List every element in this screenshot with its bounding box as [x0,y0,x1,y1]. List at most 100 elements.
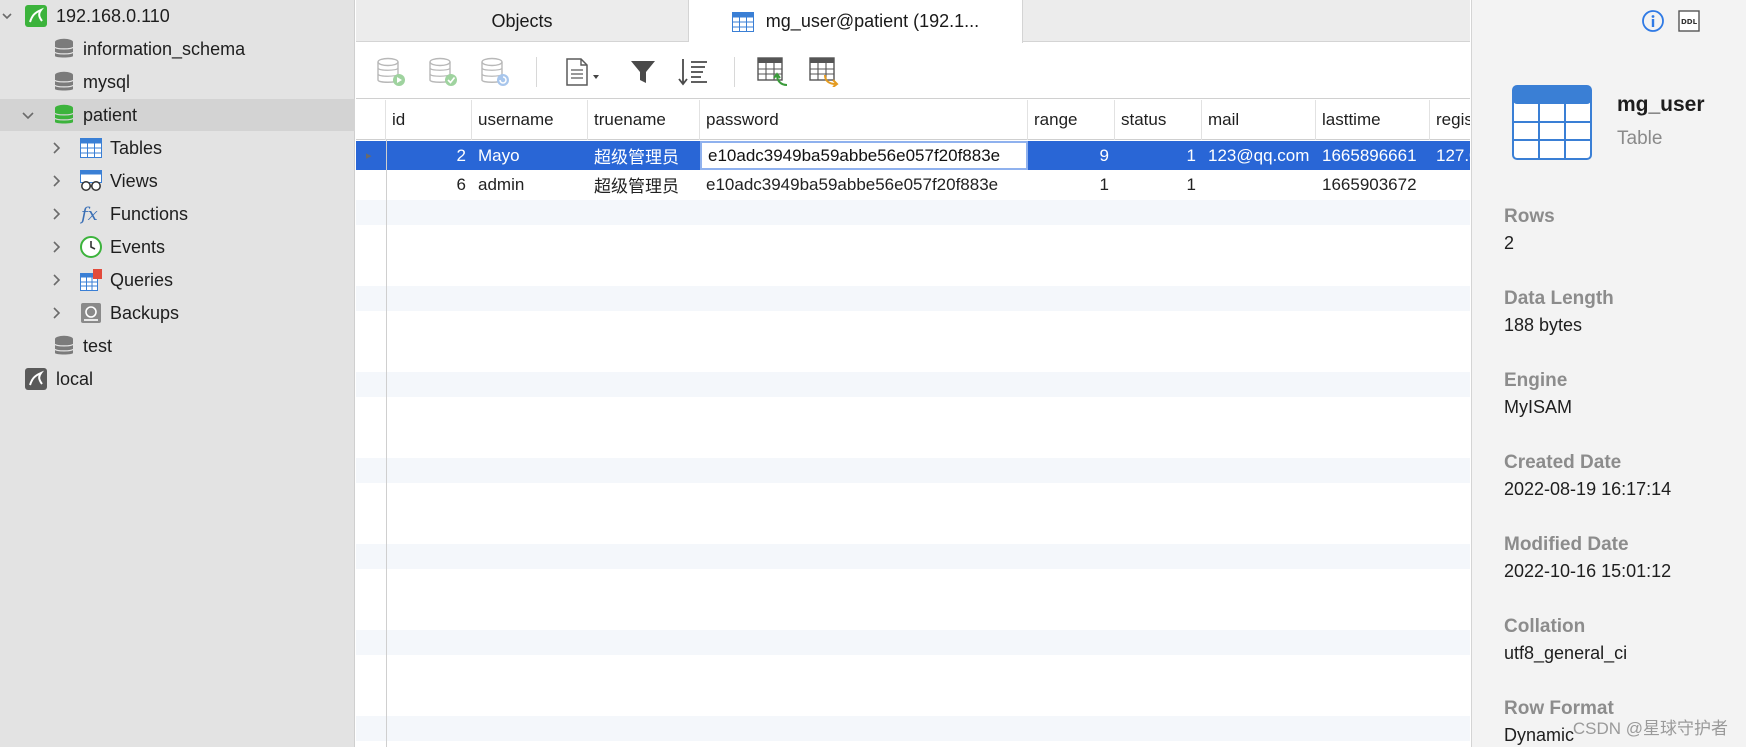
tree-item-queries[interactable]: Queries [0,264,355,296]
event-clock-icon [80,236,102,258]
prop-label-collation: Collation [1504,616,1586,637]
begin-transaction-icon[interactable] [374,56,408,88]
cell-password-editing[interactable]: e10adc3949ba59abbe56e057f20f883e [700,141,1028,170]
cell-truename[interactable]: 超级管理员 [588,141,700,170]
tree-item-events[interactable]: Events [0,231,355,263]
database-icon [53,335,75,357]
connection-label: local [56,368,94,389]
cell-mail[interactable] [1202,170,1316,199]
import-wizard-icon[interactable] [756,56,790,88]
object-name: mg_user [1617,93,1705,116]
column-header-truename[interactable]: truename [588,100,700,140]
prop-value-created-date: 2022-08-19 16:17:14 [1504,479,1672,499]
chevron-down-icon[interactable] [0,9,14,23]
column-header-status[interactable]: status [1115,100,1202,140]
empty-row-stripe [356,630,1470,655]
prop-value-rows: 2 [1504,233,1515,253]
tree-connection-local[interactable]: local [0,363,355,395]
csdn-watermark: CSDN @星球守护者 [1572,719,1728,738]
function-fx-icon: fx [80,203,102,225]
query-icon [80,269,102,291]
tree-db-test[interactable]: test [0,330,355,362]
column-header-password[interactable]: password [700,100,1028,140]
tab-objects[interactable]: Objects [356,0,689,42]
column-header-id[interactable]: id [386,100,472,140]
tree-item-label: Functions [110,203,189,224]
cell-username[interactable]: Mayo [472,141,588,170]
database-icon [53,71,75,93]
chevron-right-icon[interactable] [49,207,63,221]
tree-item-tables[interactable]: Tables [0,132,355,164]
tree-item-functions[interactable]: fx Functions [0,198,355,230]
prop-label-created-date: Created Date [1504,452,1622,473]
cell-username[interactable]: admin [472,170,588,199]
table-icon [80,137,102,159]
cell-truename[interactable]: 超级管理员 [588,170,700,199]
tree-item-label: Backups [110,302,180,323]
object-info-panel: DDL mg_user Table Rows 2 Data Length 188… [1471,0,1746,747]
tree-db-patient[interactable]: patient [0,99,355,131]
chevron-right-icon[interactable] [49,174,63,188]
table-row[interactable]: ▸ 2 Mayo 超级管理员 e10adc3949ba59abbe56e057f… [356,141,1470,170]
chevron-right-icon[interactable] [49,306,63,320]
empty-row-stripe [356,544,1470,569]
commit-icon[interactable] [426,56,460,88]
column-header-regis[interactable]: regis [1430,100,1470,140]
table-large-icon [1512,85,1592,160]
empty-row-stripe [356,372,1470,397]
cell-status[interactable]: 1 [1115,170,1202,199]
tree-item-label: Events [110,236,166,257]
cell-regis[interactable]: 127.0 [1430,141,1470,170]
toolbar-separator [734,57,735,87]
info-panel-toolbar: DDL [1472,0,1746,42]
sort-icon[interactable] [676,56,710,88]
chevron-right-icon[interactable] [49,141,63,155]
tab-mg-user[interactable]: mg_user@patient (192.1... [689,0,1023,43]
tree-item-views[interactable]: Views [0,165,355,197]
info-icon[interactable] [1642,10,1664,32]
chevron-right-icon[interactable] [49,273,63,287]
rollback-icon[interactable] [478,56,512,88]
table-icon [731,11,754,32]
cell-regis[interactable] [1430,170,1470,199]
column-header-lasttime[interactable]: lasttime [1316,100,1430,140]
tree-db-mysql[interactable]: mysql [0,66,355,98]
database-icon [53,38,75,60]
column-header-range[interactable]: range [1028,100,1115,140]
chevron-down-icon[interactable] [21,108,35,122]
object-type: Table [1617,128,1663,149]
current-row-marker-icon: ▸ [366,150,372,162]
database-open-icon [53,104,75,126]
column-header-username[interactable]: username [472,100,588,140]
cell-id[interactable]: 6 [386,170,472,199]
prop-value-engine: MyISAM [1504,397,1573,417]
cell-lasttime[interactable]: 1665896661 [1316,141,1430,170]
prop-label-modified-date: Modified Date [1504,534,1629,555]
tree-connection-192-168-0-110[interactable]: 192.168.0.110 [0,0,355,32]
column-header-mail[interactable]: mail [1202,100,1316,140]
filter-icon[interactable] [626,56,660,88]
tree-item-backups[interactable]: Backups [0,297,355,329]
text-view-dropdown-icon[interactable] [562,56,606,88]
tree-db-information-schema[interactable]: information_schema [0,33,355,65]
connection-label: 192.168.0.110 [56,5,170,26]
prop-label-rows: Rows [1504,206,1555,227]
export-wizard-icon[interactable] [808,56,842,88]
cell-lasttime[interactable]: 1665903672 [1316,170,1430,199]
table-row[interactable]: 6 admin 超级管理员 e10adc3949ba59abbe56e057f2… [356,170,1470,199]
grid-toolbar [356,43,1470,99]
cell-password[interactable]: e10adc3949ba59abbe56e057f20f883e [700,170,1028,199]
cell-id[interactable]: 2 [386,141,472,170]
cell-status[interactable]: 1 [1115,141,1202,170]
mysql-connection-icon [25,368,47,390]
cell-range[interactable]: 1 [1028,170,1115,199]
empty-row-stripe [356,716,1470,741]
db-label: patient [83,104,138,125]
chevron-right-icon[interactable] [49,240,63,254]
empty-row-stripe [356,200,1470,225]
grid-header: id username truename password range stat… [356,100,1470,140]
cell-mail[interactable]: 123@qq.com [1202,141,1316,170]
db-label: mysql [83,71,131,92]
ddl-icon[interactable]: DDL [1678,10,1700,32]
cell-range[interactable]: 9 [1028,141,1115,170]
